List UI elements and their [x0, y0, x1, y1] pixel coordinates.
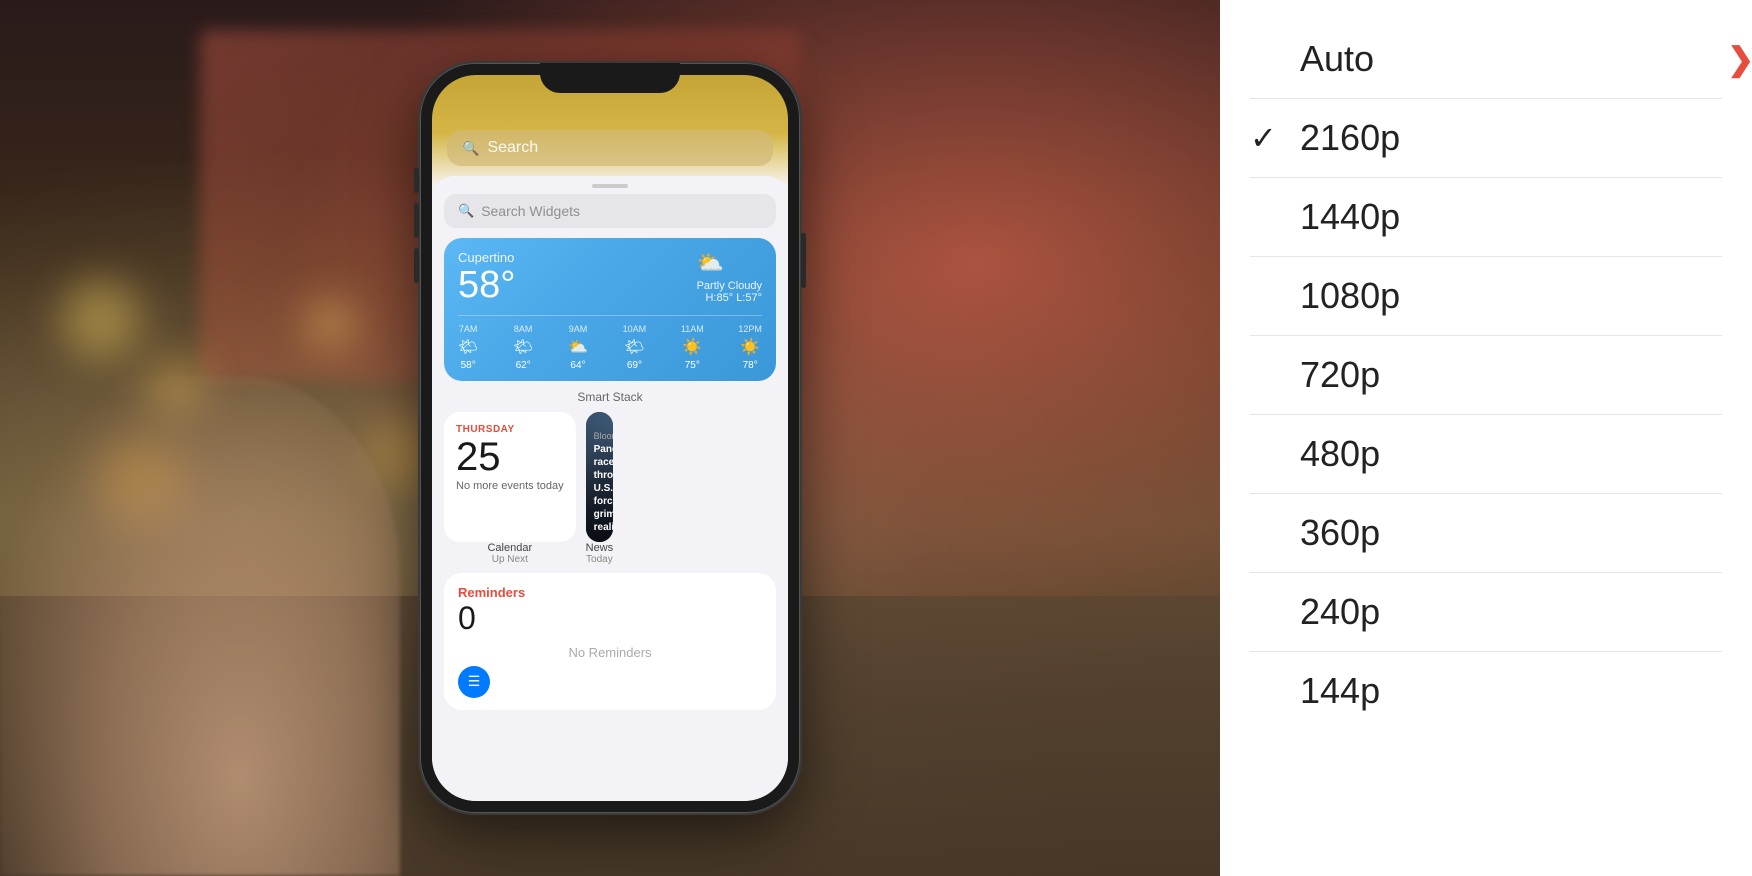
- news-source: Bloomberg: [594, 431, 606, 441]
- quality-option-2160p[interactable]: ✓ 2160p: [1220, 99, 1752, 177]
- news-widget-container: Bloomberg Pandemic races through U.S., f…: [586, 412, 614, 565]
- drag-indicator: [592, 184, 628, 188]
- quality-label-2160p: 2160p: [1300, 117, 1400, 159]
- weather-hour-10am: 10AM 🌤 69°: [623, 324, 647, 371]
- quality-option-720p[interactable]: 720p: [1220, 336, 1752, 414]
- weather-hour-8am: 8AM 🌤 62°: [513, 324, 533, 371]
- weather-left: Cupertino 58°: [458, 250, 515, 307]
- news-content: Bloomberg Pandemic races through U.S., f…: [586, 423, 614, 542]
- smart-stack-label: Smart Stack: [432, 390, 788, 404]
- phone-screen: 🔍 Search 🔍 Search Widgets: [432, 75, 788, 801]
- quality-option-auto[interactable]: Auto: [1220, 20, 1752, 98]
- spotlight-search-bar[interactable]: 🔍 Search: [447, 130, 773, 166]
- quality-option-240p[interactable]: 240p: [1220, 573, 1752, 651]
- reminders-title: Reminders: [458, 585, 762, 600]
- phone-frame: 🔍 Search 🔍 Search Widgets: [420, 63, 800, 813]
- calendar-widget-label: Calendar: [444, 542, 576, 554]
- quality-option-1440p[interactable]: 1440p: [1220, 178, 1752, 256]
- weather-hour-9am: 9AM ⛅ 64°: [568, 324, 588, 371]
- screen-content: 🔍 Search 🔍 Search Widgets: [432, 75, 788, 801]
- search-icon: 🔍: [462, 140, 479, 157]
- weather-hour-7am: 7AM 🌤 58°: [458, 324, 478, 371]
- silent-switch-button: [414, 168, 419, 193]
- phone-device: 🔍 Search 🔍 Search Widgets: [420, 63, 800, 813]
- quality-label-1080p: 1080p: [1300, 275, 1400, 317]
- calendar-date: 25: [456, 437, 564, 477]
- weather-temperature: 58°: [458, 265, 515, 307]
- reminders-icon-button[interactable]: ☰: [458, 666, 490, 698]
- volume-up-button: [414, 203, 419, 238]
- calendar-widget-sublabel: Up Next: [444, 554, 576, 565]
- weather-city: Cupertino: [458, 250, 515, 265]
- widgets-row: THURSDAY 25 No more events today Calenda…: [444, 412, 776, 565]
- volume-down-button: [414, 248, 419, 283]
- calendar-widget[interactable]: THURSDAY 25 No more events today: [444, 412, 576, 542]
- weather-condition-text: Partly Cloudy H:85° L:57°: [697, 280, 762, 304]
- phone-notch: [540, 63, 680, 93]
- news-widget-sublabel: Today: [586, 554, 614, 565]
- reminders-count: 0: [458, 600, 762, 637]
- weather-condition-icon: ⛅: [697, 250, 762, 276]
- quality-label-360p: 360p: [1300, 512, 1380, 554]
- quality-option-360p[interactable]: 360p: [1220, 494, 1752, 572]
- quality-label-1440p: 1440p: [1300, 196, 1400, 238]
- quality-option-1080p[interactable]: 1080p: [1220, 257, 1752, 335]
- left-panel: 🔍 Search 🔍 Search Widgets: [0, 0, 1220, 876]
- spotlight-search-text: Search: [487, 139, 538, 157]
- calendar-day: THURSDAY: [456, 424, 564, 435]
- power-button: [801, 233, 806, 288]
- weather-hourly: 7AM 🌤 58° 8AM 🌤 62° 9A: [458, 315, 762, 371]
- search-widgets-icon: 🔍: [458, 203, 474, 219]
- weather-hour-12pm: 12PM ☀️ 78°: [738, 324, 762, 371]
- quality-menu: Auto ✓ 2160p 1440p 1080p 720p 480p: [1220, 0, 1752, 750]
- quality-label-480p: 480p: [1300, 433, 1380, 475]
- quality-label-auto: Auto: [1300, 38, 1374, 80]
- quality-option-480p[interactable]: 480p: [1220, 415, 1752, 493]
- search-widgets-text: Search Widgets: [481, 203, 580, 219]
- weather-widget[interactable]: Cupertino 58° ⛅ Partly Cloudy H:85° L:57…: [444, 238, 776, 381]
- quality-checkmark-2160p: ✓: [1250, 119, 1277, 157]
- calendar-widget-container: THURSDAY 25 No more events today Calenda…: [444, 412, 576, 565]
- quality-option-144p[interactable]: 144p: [1220, 652, 1752, 730]
- quality-selector-panel: Auto ✓ 2160p 1440p 1080p 720p 480p: [1220, 0, 1752, 876]
- search-widgets-bar[interactable]: 🔍 Search Widgets: [444, 194, 776, 228]
- bottom-sheet: 🔍 Search Widgets Cupertino 58°: [432, 176, 788, 801]
- quality-label-144p: 144p: [1300, 670, 1380, 712]
- weather-top-row: Cupertino 58° ⛅ Partly Cloudy H:85° L:57…: [458, 250, 762, 307]
- reminders-empty-text: No Reminders: [458, 645, 762, 660]
- quality-label-720p: 720p: [1300, 354, 1380, 396]
- news-widget-label: News: [586, 542, 614, 554]
- quality-label-240p: 240p: [1300, 591, 1380, 633]
- news-widget[interactable]: Bloomberg Pandemic races through U.S., f…: [586, 412, 614, 542]
- calendar-no-events: No more events today: [456, 479, 564, 493]
- weather-right: ⛅ Partly Cloudy H:85° L:57°: [697, 250, 762, 304]
- news-headline: Pandemic races through U.S., forcing gri…: [594, 443, 606, 534]
- reminders-widget[interactable]: Reminders 0 No Reminders ☰: [444, 573, 776, 710]
- hand-overlay: [0, 376, 400, 876]
- weather-hour-11am: 11AM ☀️ 75°: [681, 324, 704, 371]
